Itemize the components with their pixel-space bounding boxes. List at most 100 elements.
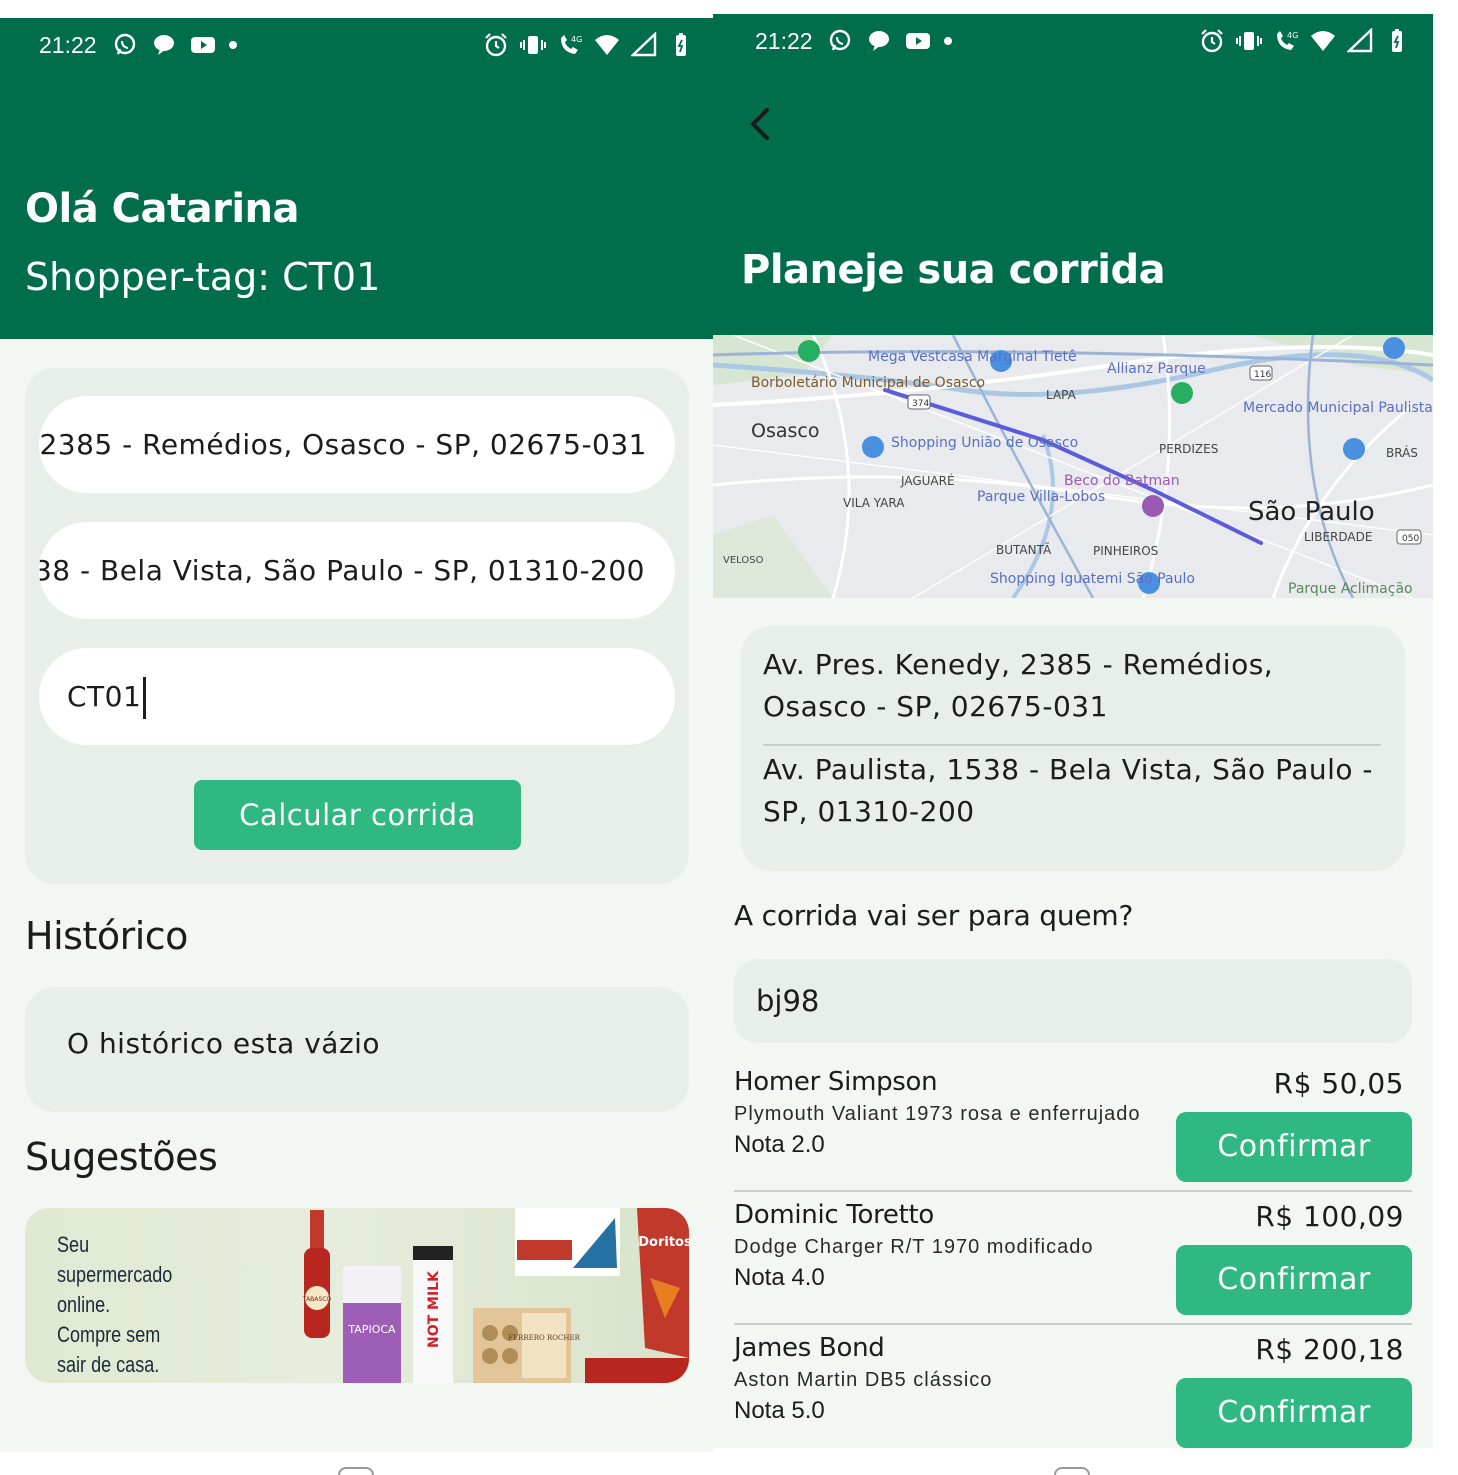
map-label: Shopping Iguatemi São Paulo xyxy=(990,571,1195,587)
history-empty-text: O histórico esta vázio xyxy=(67,1027,381,1060)
notification-dot xyxy=(229,41,237,49)
origin-input[interactable]: Av. Pres. Kenedy, 2385 - Remédios, Osasc… xyxy=(39,396,675,493)
route-map[interactable]: Mega Vestcasa Marginal Tietê Borboletári… xyxy=(713,335,1433,598)
driver-name: Homer Simpson xyxy=(734,1067,938,1097)
vibrate-icon xyxy=(520,32,546,58)
rider-id-input[interactable]: bj98 xyxy=(734,959,1412,1043)
wifi-icon xyxy=(1310,28,1336,54)
map-label: Mega Vestcasa Marginal Tietê xyxy=(868,349,1077,365)
driver-car: Aston Martin DB5 clássico xyxy=(734,1369,993,1391)
banner-product-label: NOT MILK xyxy=(426,1270,442,1348)
map-label: Parque Aclimação xyxy=(1288,581,1413,597)
map-label: VELOSO xyxy=(723,555,764,566)
driver-rating: Nota 5.0 xyxy=(734,1397,825,1424)
vibrate-icon xyxy=(1236,28,1262,54)
destination-input[interactable]: Av. Paulista, 1538 - Bela Vista, São Pau… xyxy=(39,522,675,619)
banner-product-label: Doritos xyxy=(638,1235,689,1250)
map-label: LAPA xyxy=(1046,388,1077,402)
battery-icon xyxy=(668,32,694,58)
wifi-call-icon: 4G xyxy=(557,32,583,58)
whatsapp-icon xyxy=(827,28,853,54)
status-bar: 21:22 4G xyxy=(713,14,1433,76)
driver-divider xyxy=(734,1323,1412,1325)
battery-icon xyxy=(1384,28,1410,54)
map-label: Mercado Municipal Paulistano xyxy=(1243,400,1433,416)
youtube-icon xyxy=(905,28,931,54)
gesture-nav-handle[interactable] xyxy=(338,1467,374,1475)
notification-dot xyxy=(944,37,952,45)
chat-icon xyxy=(866,28,892,54)
map-label: LIBERDADE xyxy=(1304,530,1372,544)
status-time: 21:22 xyxy=(755,28,813,54)
driver-option: James Bond Aston Martin DB5 clássico Not… xyxy=(734,1333,1412,1448)
map-label: PINHEIROS xyxy=(1093,544,1158,558)
signal-icon xyxy=(1347,28,1373,54)
alarm-icon xyxy=(483,32,509,58)
home-header: 21:22 4G Olá Catarina Shopper-tag: CT01 xyxy=(0,18,713,339)
youtube-icon xyxy=(190,32,216,58)
whatsapp-icon xyxy=(112,32,138,58)
map-label: BUTANTÃ xyxy=(996,542,1052,557)
svg-text:4G: 4G xyxy=(1287,31,1298,40)
driver-divider xyxy=(734,1190,1412,1192)
text-caret xyxy=(143,677,147,719)
banner-product-label: FERRERO ROCHER xyxy=(508,1334,580,1342)
page-title: Planeje sua corrida xyxy=(741,247,1166,293)
status-bar: 21:22 4G xyxy=(0,18,713,80)
suggestion-banner[interactable]: Seu supermercado online. Compre sem sair… xyxy=(25,1208,689,1383)
map-label: VILA YARA xyxy=(843,496,905,510)
origin-input-value: Av. Pres. Kenedy, 2385 - Remédios, Osasc… xyxy=(39,428,647,461)
driver-rating: Nota 4.0 xyxy=(734,1264,825,1291)
map-label: São Paulo xyxy=(1248,497,1375,527)
highway-shield: 116 xyxy=(1254,370,1271,380)
chat-icon xyxy=(151,32,177,58)
driver-option: Dominic Toretto Dodge Charger R/T 1970 m… xyxy=(734,1200,1412,1333)
map-label: Osasco xyxy=(751,420,819,442)
ride-form-card: Av. Pres. Kenedy, 2385 - Remédios, Osasc… xyxy=(25,368,689,884)
confirm-button[interactable]: Confirmar xyxy=(1176,1245,1412,1315)
driver-name: Dominic Toretto xyxy=(734,1200,935,1230)
map-label: Allianz Parque xyxy=(1107,361,1206,377)
map-label: BRÁS xyxy=(1386,445,1418,460)
shopper-tag-label: Shopper-tag: CT01 xyxy=(25,255,381,299)
map-canvas: Mega Vestcasa Marginal Tietê Borboletári… xyxy=(713,335,1433,598)
address-divider xyxy=(763,744,1381,746)
history-title: Histórico xyxy=(25,914,188,958)
greeting-title: Olá Catarina xyxy=(25,186,300,232)
map-label: Parque Villa-Lobos xyxy=(977,489,1105,505)
driver-price: R$ 100,09 xyxy=(1255,1200,1404,1233)
status-time: 21:22 xyxy=(39,32,97,58)
confirm-button[interactable]: Confirmar xyxy=(1176,1378,1412,1448)
driver-price: R$ 50,05 xyxy=(1273,1067,1404,1100)
shopper-tag-input[interactable]: CT01 xyxy=(39,648,675,745)
shopper-tag-input-value: CT01 xyxy=(67,680,142,713)
driver-rating: Nota 2.0 xyxy=(734,1131,825,1158)
history-card: O histórico esta vázio xyxy=(25,987,689,1112)
destination-input-value: Av. Paulista, 1538 - Bela Vista, São Pau… xyxy=(39,554,645,587)
highway-shield: 374 xyxy=(912,399,929,409)
banner-product-label: TABASCO xyxy=(302,1296,332,1303)
svg-text:4G: 4G xyxy=(571,35,582,44)
driver-option: Homer Simpson Plymouth Valiant 1973 rosa… xyxy=(734,1067,1412,1200)
signal-icon xyxy=(631,32,657,58)
rider-question: A corrida vai ser para quem? xyxy=(734,899,1134,932)
banner-products-image: TABASCO TAPIOCA NOT MILK FERRERO ROCHER … xyxy=(302,1208,689,1383)
map-label: Borboletário Municipal de Osasco xyxy=(751,375,985,391)
home-screen: 21:22 4G Olá Catarina Shopper-tag: CT01 … xyxy=(0,18,713,1452)
suggestions-title: Sugestões xyxy=(25,1135,218,1179)
map-label: Shopping União de Osasco xyxy=(891,435,1078,451)
map-label: PERDIZES xyxy=(1159,442,1218,456)
banner-product-label: TAPIOCA xyxy=(347,1323,396,1336)
origin-address: Av. Pres. Kenedy, 2385 - Remédios, Osasc… xyxy=(763,648,1274,723)
driver-car: Dodge Charger R/T 1970 modificado xyxy=(734,1236,1094,1258)
gesture-nav-handle[interactable] xyxy=(1054,1467,1090,1475)
wifi-call-icon: 4G xyxy=(1273,28,1299,54)
wifi-icon xyxy=(594,32,620,58)
calculate-ride-button[interactable]: Calcular corrida xyxy=(194,780,521,850)
destination-address: Av. Paulista, 1538 - Bela Vista, São Pau… xyxy=(763,753,1374,828)
confirm-button[interactable]: Confirmar xyxy=(1176,1112,1412,1182)
alarm-icon xyxy=(1199,28,1225,54)
map-label: JAGUARÉ xyxy=(900,473,955,488)
driver-car: Plymouth Valiant 1973 rosa e enferrujado xyxy=(734,1103,1141,1125)
back-icon[interactable] xyxy=(743,104,779,144)
